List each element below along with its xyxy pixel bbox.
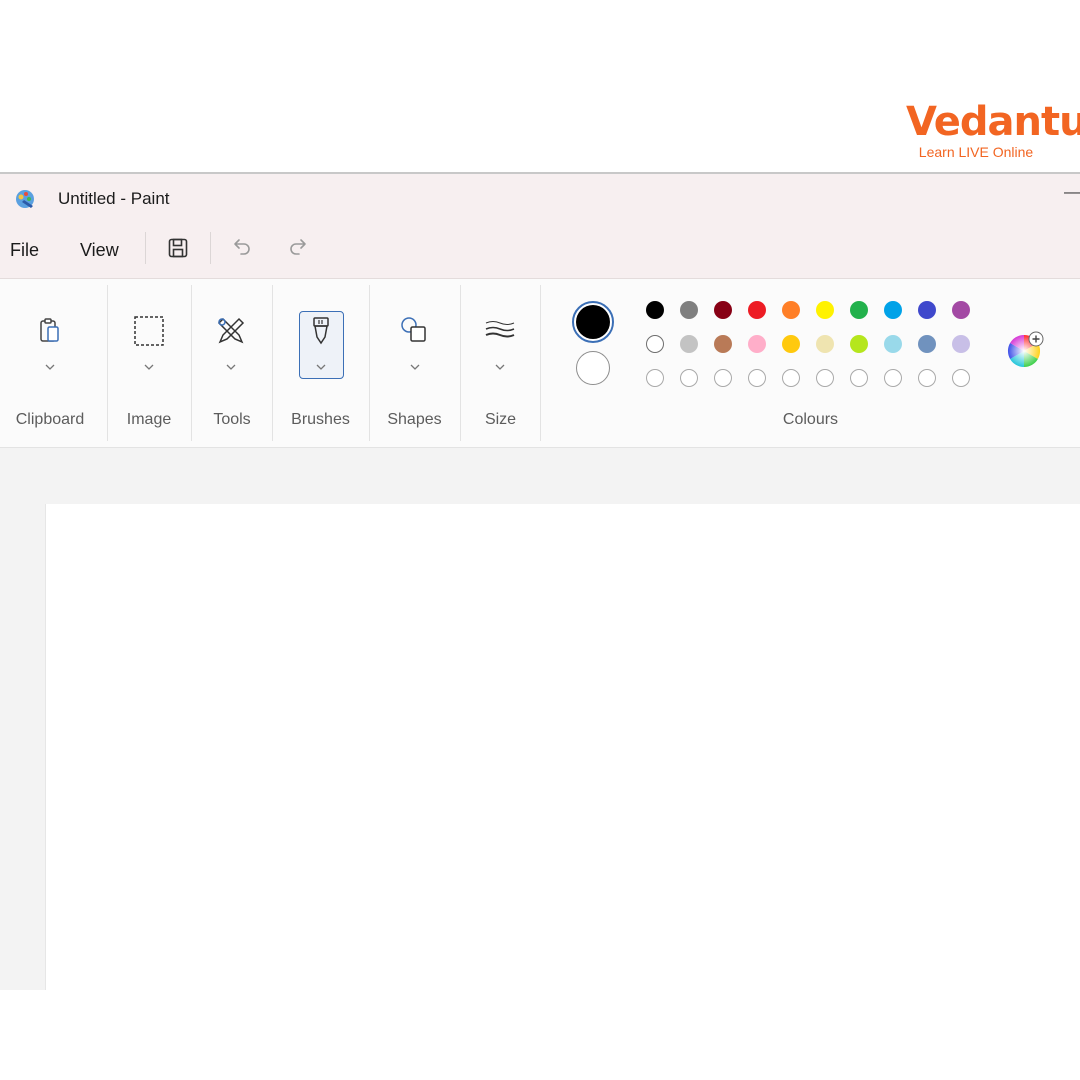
- custom-colour-slot[interactable]: [884, 369, 902, 387]
- colour-swatch[interactable]: [952, 301, 970, 319]
- title-bar: Untitled - Paint —: [0, 174, 1080, 224]
- colour-swatch[interactable]: [782, 335, 800, 353]
- brand-logo: Vedantu: [906, 99, 1080, 145]
- paint-app-icon: [16, 190, 34, 208]
- colour-swatch[interactable]: [646, 335, 664, 353]
- file-menu[interactable]: File: [10, 240, 39, 261]
- chevron-down-icon[interactable]: [225, 363, 237, 371]
- colour-swatch[interactable]: [646, 301, 664, 319]
- chevron-down-icon[interactable]: [315, 363, 327, 371]
- clipboard-icon[interactable]: [34, 315, 66, 347]
- chevron-down-icon[interactable]: [494, 363, 506, 371]
- colour-palette: [646, 301, 976, 405]
- custom-colour-slot[interactable]: [850, 369, 868, 387]
- primary-colour-swatch: [576, 305, 610, 339]
- view-menu[interactable]: View: [80, 240, 119, 261]
- shapes-label: Shapes: [387, 411, 442, 428]
- custom-colour-slot[interactable]: [816, 369, 834, 387]
- colour-swatch[interactable]: [884, 301, 902, 319]
- brush-icon: [313, 317, 329, 345]
- colour-swatch[interactable]: [850, 301, 868, 319]
- colour-swatch[interactable]: [748, 301, 766, 319]
- tools-label: Tools: [213, 411, 251, 428]
- colour-swatch[interactable]: [714, 335, 732, 353]
- colour-swatch[interactable]: [918, 301, 936, 319]
- minimize-button[interactable]: —: [1064, 184, 1080, 202]
- colour-swatch[interactable]: [680, 301, 698, 319]
- custom-colour-slot[interactable]: [918, 369, 936, 387]
- clipboard-label: Clipboard: [15, 411, 85, 428]
- pencil-icon[interactable]: [215, 315, 247, 347]
- menu-bar: File View: [0, 224, 1080, 279]
- vedantu-brand: Vedantu Learn LIVE Online: [906, 99, 1080, 160]
- custom-colour-slot[interactable]: [952, 369, 970, 387]
- redo-icon[interactable]: [286, 236, 310, 260]
- secondary-colour-swatch[interactable]: [576, 351, 610, 385]
- colour-swatch[interactable]: [850, 335, 868, 353]
- colour-swatch[interactable]: [782, 301, 800, 319]
- colour-swatch[interactable]: [680, 335, 698, 353]
- chevron-down-icon[interactable]: [44, 363, 56, 371]
- custom-colour-slot[interactable]: [646, 369, 664, 387]
- window-title: Untitled - Paint: [58, 189, 170, 208]
- colour-swatch[interactable]: [952, 335, 970, 353]
- drawing-canvas[interactable]: [46, 504, 1080, 990]
- image-label: Image: [126, 411, 172, 428]
- undo-icon[interactable]: [230, 236, 254, 260]
- save-icon[interactable]: [166, 236, 190, 260]
- line-size-icon[interactable]: [484, 315, 516, 347]
- edit-colours-icon[interactable]: [1004, 331, 1044, 371]
- colour-swatch[interactable]: [884, 335, 902, 353]
- select-icon[interactable]: [133, 315, 165, 347]
- size-label: Size: [484, 411, 517, 428]
- brand-tagline: Learn LIVE Online: [918, 144, 1034, 160]
- ribbon: Clipboard Image Tools Brushes Shapes Siz…: [0, 279, 1080, 448]
- custom-colour-slot[interactable]: [714, 369, 732, 387]
- colour-swatch[interactable]: [748, 335, 766, 353]
- colour-swatch[interactable]: [816, 335, 834, 353]
- custom-colour-slot[interactable]: [680, 369, 698, 387]
- menu-separator: [145, 232, 146, 264]
- chevron-down-icon[interactable]: [143, 363, 155, 371]
- custom-colour-slot[interactable]: [782, 369, 800, 387]
- shapes-icon[interactable]: [399, 315, 431, 347]
- menu-separator: [210, 232, 211, 264]
- colour-swatch[interactable]: [714, 301, 732, 319]
- colours-label: Colours: [782, 411, 839, 428]
- paint-window: Untitled - Paint — File View Clipboard I…: [0, 172, 1080, 990]
- chevron-down-icon[interactable]: [409, 363, 421, 371]
- colour-swatch[interactable]: [918, 335, 936, 353]
- custom-colour-slot[interactable]: [748, 369, 766, 387]
- colour-swatch[interactable]: [816, 301, 834, 319]
- brushes-label: Brushes: [291, 411, 350, 428]
